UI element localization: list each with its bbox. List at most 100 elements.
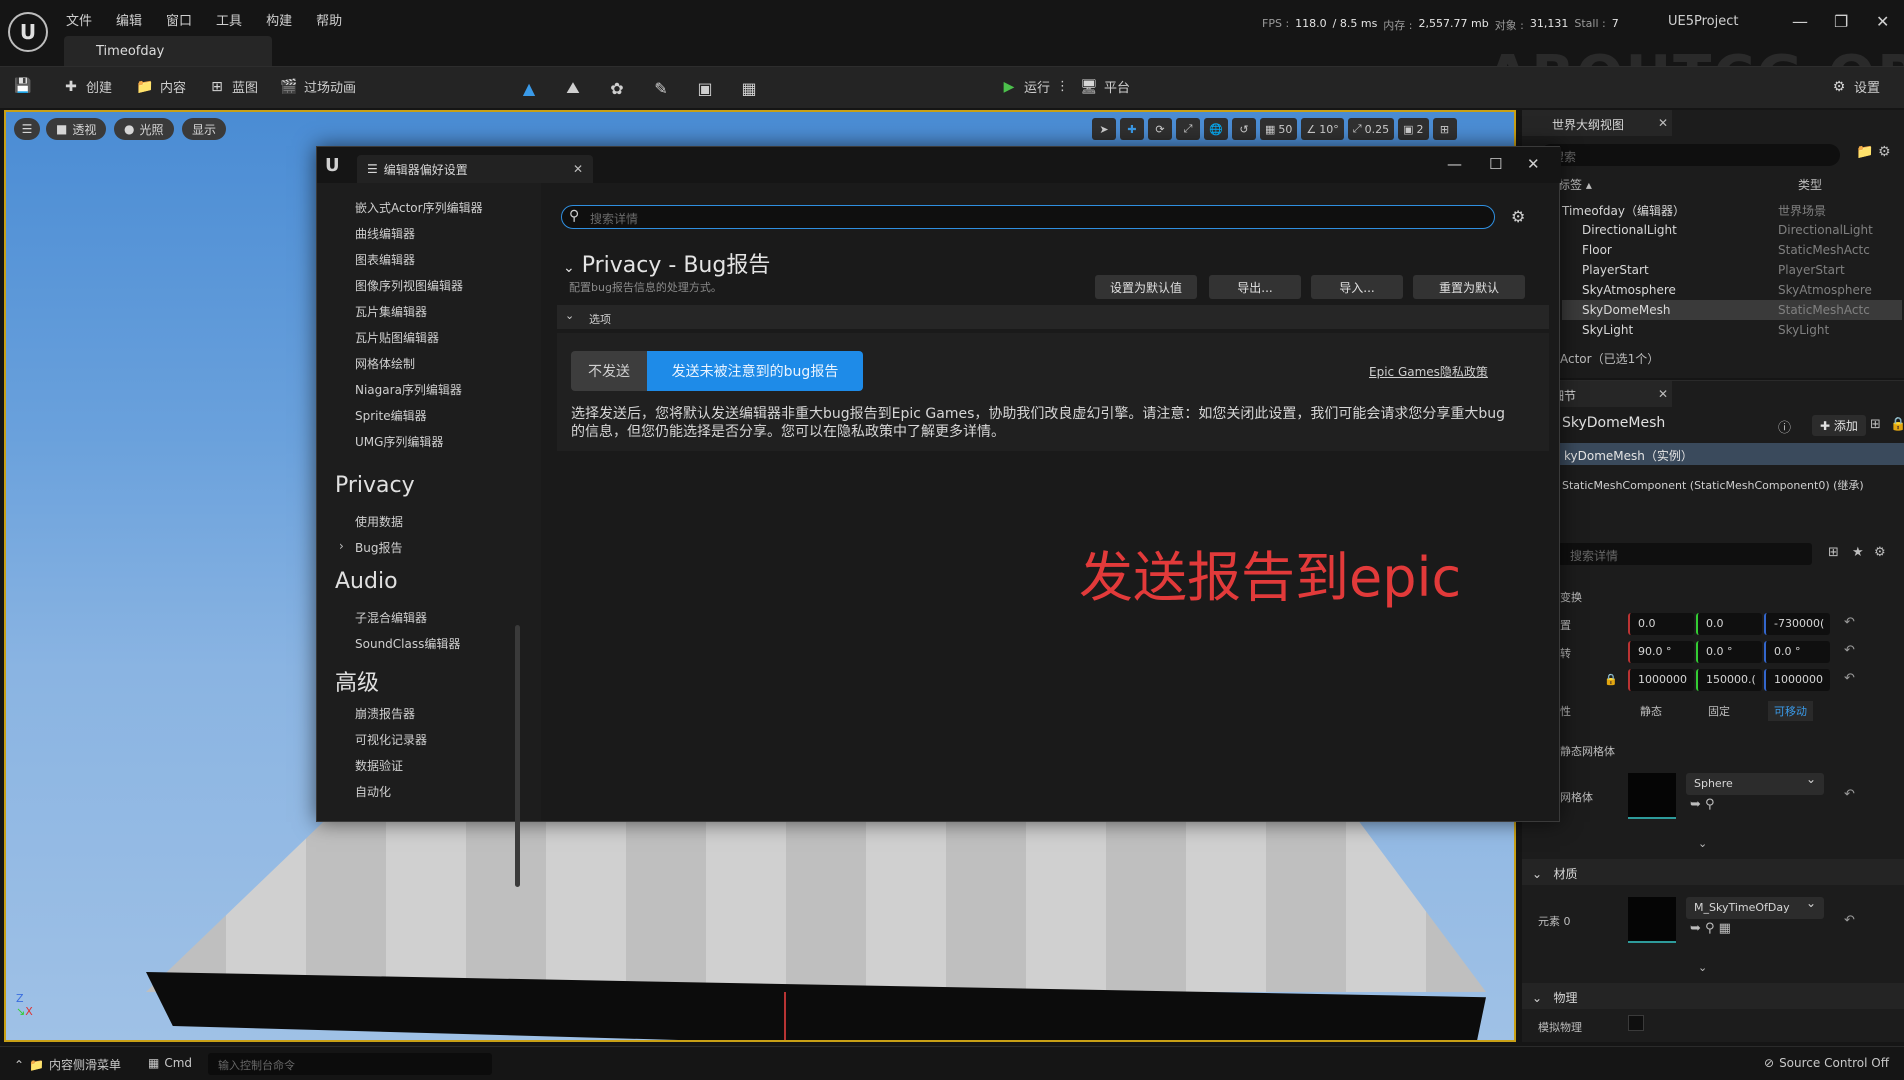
translate-tool-icon[interactable]: ✚ — [1120, 118, 1144, 140]
outliner-row[interactable]: SkyLight SkyLight — [1562, 320, 1902, 340]
reset-icon[interactable]: ↶ — [1844, 913, 1855, 928]
details-search[interactable]: 搜索详情 — [1558, 543, 1812, 565]
location-label[interactable]: 置 — [1560, 617, 1571, 633]
rotation-label[interactable]: 转 — [1560, 645, 1571, 661]
cmd-button[interactable]: ▦ Cmd — [148, 1056, 192, 1070]
location-z[interactable]: -730000( — [1764, 613, 1830, 635]
mobility-static[interactable]: 静态 — [1640, 703, 1662, 719]
export-button[interactable]: 导出... — [1209, 275, 1301, 299]
mesh-dropdown[interactable]: Sphere — [1686, 772, 1824, 795]
source-control-button[interactable]: ⊘ Source Control Off — [1764, 1056, 1889, 1070]
nav-item[interactable]: 图像序列视图编辑器 — [355, 277, 463, 294]
menu-window[interactable]: 窗口 — [166, 10, 192, 29]
close-icon[interactable]: ✕ — [1658, 116, 1668, 130]
scale-y[interactable]: 150000.( — [1696, 669, 1762, 691]
reset-icon[interactable]: ↶ — [1844, 787, 1855, 802]
table-view-icon[interactable]: ⊞ — [1828, 545, 1839, 560]
foliage-mode-icon[interactable]: ✿ — [606, 77, 628, 99]
select-mode-icon[interactable]: ▲ — [518, 77, 540, 99]
menu-file[interactable]: 文件 — [66, 10, 92, 29]
close-icon[interactable]: ✕ — [573, 162, 583, 176]
options-section-header[interactable]: 选项 — [557, 305, 1549, 329]
modeling-mode-icon[interactable]: ▣ — [694, 77, 716, 99]
location-x[interactable]: 0.0 — [1628, 613, 1694, 635]
col-label[interactable]: 标签 ▴ — [1558, 176, 1592, 193]
nav-scrollbar[interactable] — [515, 625, 520, 887]
surface-snap-icon[interactable]: ↺ — [1232, 118, 1256, 140]
outliner-row-selected[interactable]: SkyDomeMesh StaticMeshActc — [1562, 300, 1902, 320]
nav-item[interactable]: 曲线编辑器 — [355, 225, 415, 242]
rotation-y[interactable]: 0.0 ° — [1696, 641, 1762, 663]
platforms-button[interactable]: 🖥 平台 — [1080, 77, 1130, 97]
lock-icon[interactable]: 🔒 — [1604, 673, 1618, 686]
nav-item[interactable]: 子混合编辑器 — [355, 609, 427, 626]
outliner-row[interactable]: Floor StaticMeshActc — [1562, 240, 1902, 260]
reset-icon[interactable]: ↶ — [1844, 643, 1855, 658]
reset-icon[interactable]: ↶ — [1844, 671, 1855, 686]
level-tab[interactable]: Timeofday — [64, 36, 272, 66]
grid-snap-button[interactable]: ▦ 50 — [1260, 118, 1298, 140]
scale-z[interactable]: 1000000 — [1764, 669, 1830, 691]
browse-icon[interactable]: ➥ ⚲ ▦ — [1690, 921, 1731, 936]
mesh-paint-mode-icon[interactable]: ✎ — [650, 77, 672, 99]
set-as-default-button[interactable]: 设置为默认值 — [1095, 275, 1197, 299]
outliner-search[interactable]: 搜索 — [1540, 144, 1840, 166]
materials-section-header[interactable]: ⌄ 材质 — [1522, 859, 1904, 885]
outliner-row[interactable]: PlayerStart PlayerStart — [1562, 260, 1902, 280]
col-type[interactable]: 类型 — [1798, 176, 1822, 193]
gear-icon[interactable]: ⚙ — [1878, 144, 1891, 160]
nav-item[interactable]: UMG序列编辑器 — [355, 433, 443, 450]
lock-icon[interactable]: 🔒 — [1890, 417, 1904, 432]
settings-button[interactable]: ⚙ 设置 — [1830, 77, 1880, 97]
add-component-button[interactable]: ✚ 添加 — [1812, 415, 1866, 436]
privacy-policy-link[interactable]: Epic Games隐私政策 — [1369, 363, 1488, 380]
reset-icon[interactable]: ↶ — [1844, 615, 1855, 630]
component-instance[interactable]: kyDomeMesh（实例） — [1558, 443, 1904, 465]
nav-item[interactable]: 可视化记录器 — [355, 731, 427, 748]
nav-item[interactable]: 图表编辑器 — [355, 251, 415, 268]
reset-to-default-button[interactable]: 重置为默认 — [1413, 275, 1525, 299]
expand-icon[interactable]: ⌄ — [1698, 961, 1707, 974]
cinematics-button[interactable]: 🎬 过场动画 — [280, 77, 356, 97]
nav-item[interactable]: 嵌入式Actor序列编辑器 — [355, 199, 483, 216]
close-icon[interactable]: ✕ — [1527, 155, 1540, 173]
play-button[interactable]: ▶ 运行 ⋮ — [1000, 77, 1069, 97]
world-space-icon[interactable]: 🌐 — [1204, 118, 1228, 140]
rotate-tool-icon[interactable]: ⟳ — [1148, 118, 1172, 140]
scale-snap-button[interactable]: ⤢ 0.25 — [1347, 118, 1395, 140]
rotation-z[interactable]: 0.0 ° — [1764, 641, 1830, 663]
perspective-button[interactable]: ■ 透视 — [46, 118, 107, 140]
viewport-menu-button[interactable]: ☰ — [14, 118, 40, 140]
nav-item[interactable]: 自动化 — [355, 783, 391, 800]
blueprint-button[interactable]: ⊞ 蓝图 — [208, 77, 258, 97]
blueprint-icon[interactable]: ⊞ — [1870, 417, 1881, 432]
nav-item[interactable]: 瓦片集编辑器 — [355, 303, 427, 320]
star-icon[interactable]: ★ — [1852, 545, 1864, 560]
tab-outliner[interactable]: 世界大纲视图 — [1522, 110, 1672, 136]
minimize-icon[interactable]: — — [1447, 155, 1462, 173]
expand-icon[interactable]: ⌄ — [1698, 837, 1707, 850]
import-button[interactable]: 导入... — [1311, 275, 1403, 299]
maximize-icon[interactable]: ☐ — [1489, 155, 1502, 173]
details-search-input[interactable]: 搜索详情 — [561, 205, 1495, 229]
material-thumbnail[interactable] — [1628, 897, 1676, 943]
content-drawer-button[interactable]: ⌃ 📁 内容侧滑菜单 — [14, 1056, 121, 1073]
menu-help[interactable]: 帮助 — [316, 10, 342, 29]
material-dropdown[interactable]: M_SkyTimeOfDay — [1686, 896, 1824, 919]
menu-edit[interactable]: 编辑 — [116, 10, 142, 29]
camera-speed-button[interactable]: ▣ 2 — [1398, 118, 1429, 140]
option-no-send[interactable]: 不发送 — [571, 351, 647, 391]
add-folder-icon[interactable]: 📁 — [1856, 144, 1873, 160]
nav-item[interactable]: Niagara序列编辑器 — [355, 381, 462, 398]
outliner-row[interactable]: SkyAtmosphere SkyAtmosphere — [1562, 280, 1902, 300]
option-send-unattended[interactable]: 发送未被注意到的bug报告 — [647, 351, 863, 391]
content-button[interactable]: 📁 内容 — [136, 77, 186, 97]
nav-item[interactable]: Sprite编辑器 — [355, 407, 427, 424]
landscape-mode-icon[interactable]: ⛰ — [562, 77, 584, 99]
nav-item[interactable]: 数据验证 — [355, 757, 403, 774]
create-button[interactable]: ✚ 创建 — [62, 77, 112, 97]
close-icon[interactable]: ✕ — [1658, 387, 1668, 401]
mobility-movable[interactable]: 可移动 — [1768, 701, 1813, 721]
gear-icon[interactable]: ⚙ — [1874, 545, 1886, 560]
component-row[interactable]: StaticMeshComponent (StaticMeshComponent… — [1562, 477, 1864, 493]
